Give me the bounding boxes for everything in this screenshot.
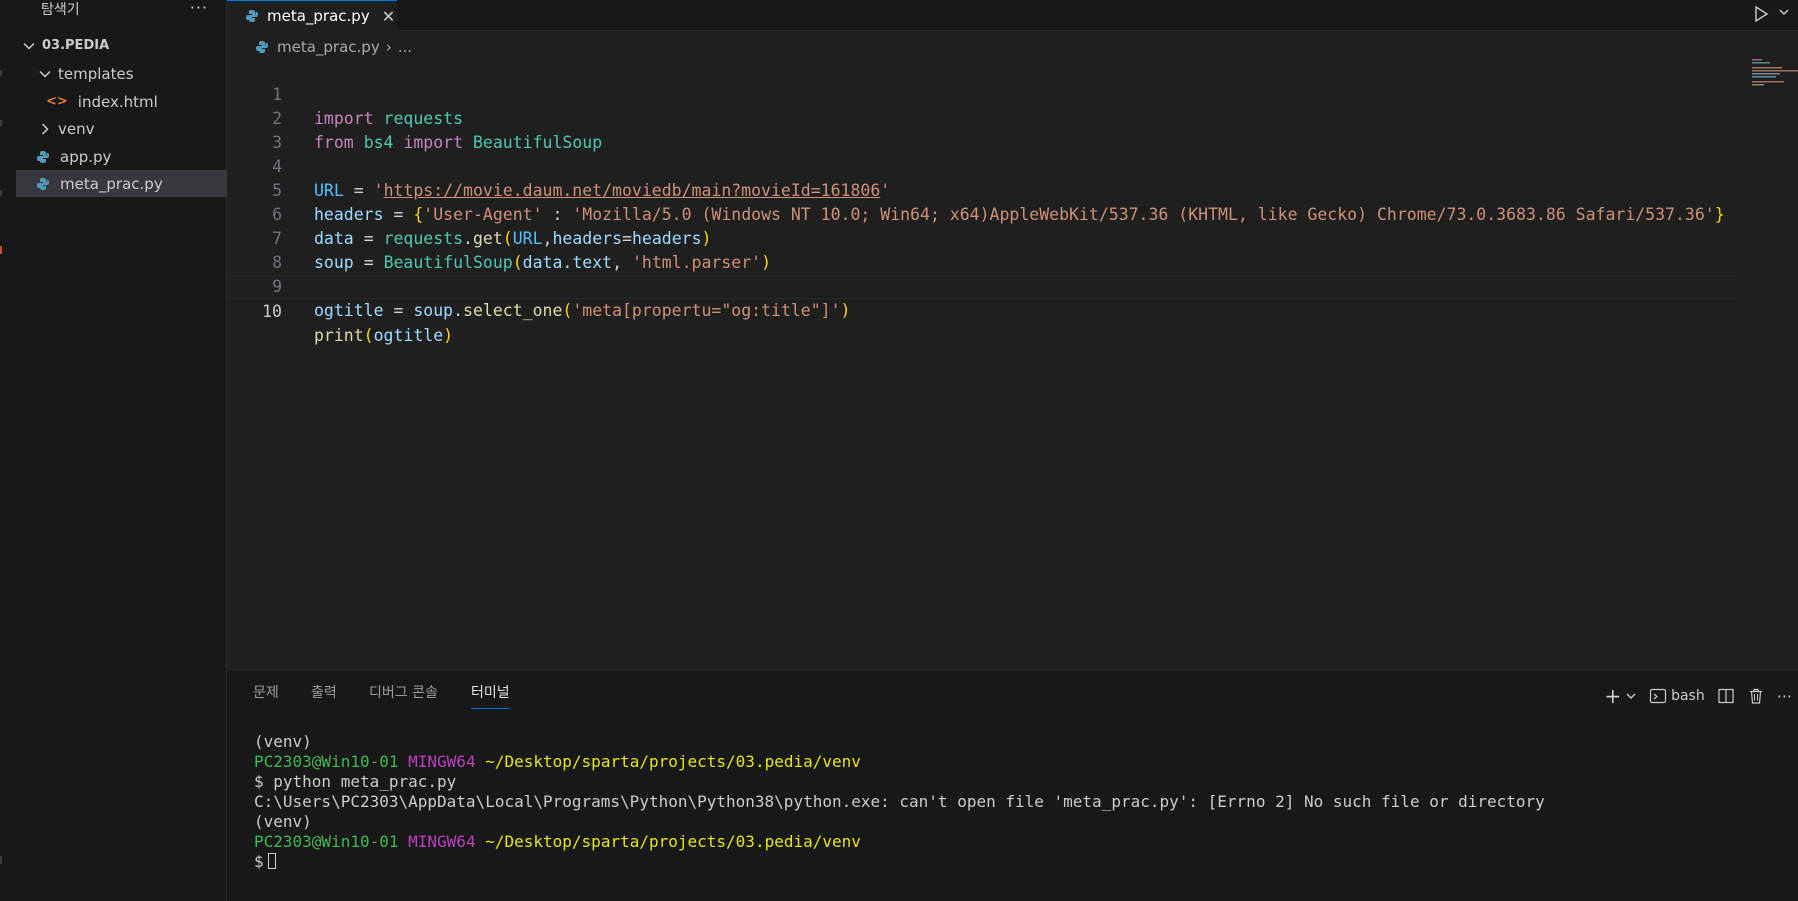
breadcrumb-separator: › (385, 38, 392, 56)
chevron-down-icon[interactable] (1625, 690, 1637, 702)
python-file-icon (256, 41, 268, 53)
activity-indicator (0, 190, 2, 196)
breadcrumb-file[interactable]: meta_prac.py (277, 38, 380, 56)
activity-bar (0, 0, 16, 901)
tree-item-label: meta_prac.py (60, 174, 163, 193)
code-line: 5 headers = {'User-Agent' : 'Mozilla/5.0… (227, 155, 1737, 224)
tab-debug-console[interactable]: 디버그 콘솔 (369, 682, 438, 708)
line-number: 10 (262, 302, 282, 321)
terminal-prompt: PC2303@Win10-01 MINGW64 ~/Desktop/sparta… (254, 832, 861, 851)
chevron-down-icon (22, 39, 36, 53)
split-terminal-icon[interactable] (1717, 687, 1735, 705)
more-actions-icon[interactable]: ··· (1777, 687, 1792, 706)
panel-toolbar: + bash ··· (1604, 684, 1798, 708)
terminal-icon (1649, 688, 1667, 704)
terminal-line: $ python meta_prac.py (254, 772, 457, 791)
minimap[interactable] (1750, 59, 1798, 139)
chevron-down-icon[interactable] (1778, 6, 1790, 18)
tab-meta-prac-py[interactable]: meta_prac.py ✕ (227, 0, 397, 31)
html-file-icon: <> (46, 94, 68, 109)
terminal-line: (venv) (254, 732, 312, 751)
tree-item-label: venv (58, 119, 95, 138)
chevron-right-icon (38, 122, 52, 136)
terminal-line: (venv) (254, 812, 312, 831)
activity-indicator (0, 246, 2, 254)
breadcrumb: meta_prac.py › ... (255, 36, 412, 58)
tree-item-app-py[interactable]: app.py (16, 143, 227, 170)
shell-selector[interactable]: bash (1671, 688, 1705, 704)
terminal-output[interactable]: (venv) PC2303@Win10-01 MINGW64 ~/Desktop/… (254, 732, 1545, 872)
tree-item-templates[interactable]: templates (16, 60, 227, 87)
tree-item-index-html[interactable]: <> index.html (16, 88, 227, 115)
activity-indicator (0, 70, 2, 76)
code-editor[interactable]: 1 import requests 2 from bs4 import Beau… (227, 59, 1798, 669)
new-terminal-icon[interactable]: + (1604, 684, 1621, 708)
trash-icon[interactable] (1747, 687, 1765, 705)
root-folder-label: 03.PEDIA (42, 38, 110, 53)
tab-label: meta_prac.py (267, 7, 370, 25)
tree-item-label: index.html (77, 92, 158, 111)
breadcrumb-symbol[interactable]: ... (398, 38, 412, 56)
code-line: 1 import requests (227, 59, 1737, 128)
code-line: 9 ogtitle = soup.select_one('meta[proper… (227, 251, 1737, 320)
tree-item-label: app.py (60, 147, 112, 166)
tree-item-label: templates (58, 64, 134, 83)
terminal-cursor (267, 853, 276, 869)
terminal-prompt: PC2303@Win10-01 MINGW64 ~/Desktop/sparta… (254, 752, 861, 771)
python-file-icon (37, 177, 49, 190)
tab-problems[interactable]: 문제 (253, 682, 279, 708)
python-file-icon (246, 10, 258, 22)
activity-indicator (0, 856, 2, 864)
terminal-input-line[interactable]: $ (254, 852, 1545, 872)
code-line: 2 from bs4 import BeautifulSoup (227, 83, 1737, 152)
editor-tab-bar: meta_prac.py ✕ (227, 0, 1798, 31)
terminal-line: C:\Users\PC2303\AppData\Local\Programs\P… (254, 792, 1545, 811)
close-icon[interactable]: ✕ (382, 7, 395, 26)
code-line: 6 data = requests.get(URL,headers=header… (227, 179, 1737, 248)
code-line: 4 URL = 'https://movie.daum.net/moviedb/… (227, 131, 1737, 200)
code-line-active: 10 print(ogtitle) (227, 275, 1737, 345)
code-line: 7 soup = BeautifulSoup(data.text, 'html.… (227, 203, 1737, 272)
tab-output[interactable]: 출력 (311, 682, 337, 708)
run-icon[interactable] (1752, 4, 1770, 24)
explorer-title: 탐색기 (41, 2, 80, 18)
python-file-icon (37, 150, 49, 163)
bottom-panel: 문제 출력 디버그 콘솔 터미널 + bash ··· (venv) PC2303… (227, 669, 1798, 901)
activity-indicator (0, 120, 2, 126)
more-actions-icon[interactable]: ··· (190, 0, 208, 17)
tab-terminal[interactable]: 터미널 (471, 682, 510, 709)
tree-item-venv[interactable]: venv (16, 115, 227, 142)
code-line: 3 (227, 107, 1737, 152)
explorer-root-folder[interactable]: 03.PEDIA (16, 32, 227, 59)
explorer-sidebar: 탐색기 ··· 03.PEDIA templates <> index.html… (16, 0, 227, 901)
code-line: 8 (227, 227, 1737, 272)
chevron-down-icon (38, 67, 52, 81)
tree-item-meta-prac-py[interactable]: meta_prac.py (16, 170, 227, 197)
